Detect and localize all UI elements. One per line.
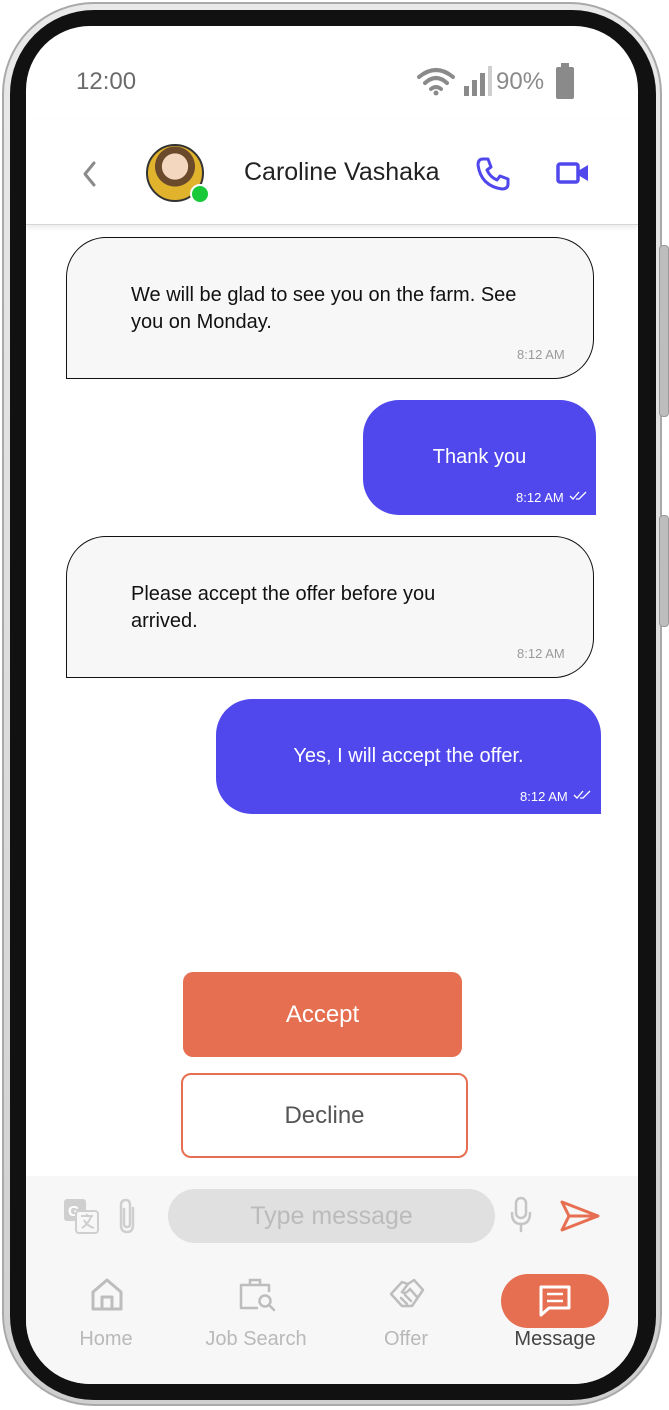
phone-call-icon[interactable] <box>475 156 511 192</box>
message-text: Thank you <box>432 446 527 468</box>
attach-icon[interactable] <box>116 1196 140 1236</box>
message-time: 8:12 AM <box>517 646 565 661</box>
message-icon <box>539 1285 571 1317</box>
message-bubble-incoming: Please accept the offer before you arriv… <box>66 536 594 678</box>
message-time: 8:12 AM <box>516 490 564 505</box>
decline-button[interactable]: Decline <box>181 1073 468 1158</box>
job-search-icon <box>239 1278 276 1312</box>
chat-header: Caroline Vashaka <box>26 120 638 225</box>
accept-button[interactable]: Accept <box>183 972 462 1057</box>
video-call-icon[interactable] <box>556 161 590 185</box>
nav-label: Home <box>79 1328 133 1350</box>
nav-label: Offer <box>383 1328 429 1350</box>
online-indicator <box>190 184 210 204</box>
nav-item-message-highlight[interactable] <box>501 1274 609 1328</box>
message-text: Yes, I will accept the offer. <box>293 745 524 767</box>
translate-icon[interactable]: G <box>63 1198 99 1234</box>
power-button <box>659 515 669 627</box>
send-icon[interactable] <box>560 1199 600 1233</box>
contact-name: Caroline Vashaka <box>244 158 440 186</box>
battery-percent: 90% <box>496 68 545 95</box>
home-icon <box>91 1278 123 1311</box>
signal-icon <box>464 66 492 96</box>
battery-icon <box>556 63 574 99</box>
back-icon[interactable] <box>82 160 98 188</box>
message-time: 8:12 AM <box>520 789 568 804</box>
nav-label: Job Search <box>205 1328 307 1350</box>
wifi-icon <box>417 68 455 96</box>
message-bubble-outgoing: Thank you 8:12 AM <box>363 400 596 515</box>
handshake-icon <box>389 1278 425 1308</box>
bottom-nav: Home Job Search Offer Message <box>26 1256 638 1384</box>
message-text: We will be glad to see you on the farm. … <box>131 284 517 333</box>
screen: 12:00 90% Caroline Vashaka We will be gl… <box>26 26 638 1384</box>
message-text: Please accept the offer before you arriv… <box>131 583 436 632</box>
nav-item-job-search[interactable]: Job Search <box>196 1276 316 1376</box>
read-receipt-icon <box>573 790 591 799</box>
message-bubble-outgoing: Yes, I will accept the offer. 8:12 AM <box>216 699 601 814</box>
status-time: 12:00 <box>76 68 137 95</box>
nav-label-active[interactable]: Message <box>495 1328 615 1351</box>
microphone-icon[interactable] <box>509 1196 533 1234</box>
nav-item-home[interactable]: Home <box>46 1276 166 1376</box>
message-bubble-incoming: We will be glad to see you on the farm. … <box>66 237 594 379</box>
message-time: 8:12 AM <box>517 347 565 362</box>
message-input[interactable] <box>168 1189 495 1243</box>
nav-item-offer[interactable]: Offer <box>346 1276 466 1376</box>
read-receipt-icon <box>569 491 587 500</box>
volume-button <box>659 245 669 417</box>
message-composer: G <box>26 1176 638 1257</box>
